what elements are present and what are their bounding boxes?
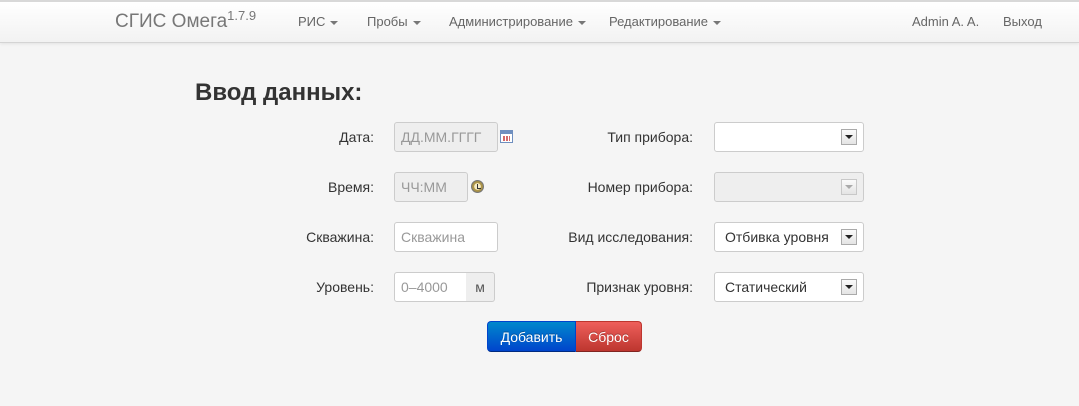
well-label: Скважина: bbox=[306, 229, 374, 245]
level-sign-label: Признак уровня: bbox=[586, 279, 693, 295]
logout-link[interactable]: Выход bbox=[1003, 14, 1042, 29]
caret-down-icon bbox=[330, 20, 339, 25]
user-name[interactable]: Admin A. A. bbox=[912, 14, 979, 29]
device-type-select[interactable] bbox=[714, 122, 864, 152]
dropdown-arrow-icon bbox=[841, 279, 857, 295]
app-version: 1.7.9 bbox=[227, 8, 257, 23]
study-type-select[interactable]: Отбивка уровня bbox=[714, 222, 864, 252]
level-unit-addon: м bbox=[466, 272, 495, 302]
caret-down-icon bbox=[577, 20, 586, 25]
time-label: Время: bbox=[327, 179, 374, 195]
level-sign-value: Статический bbox=[725, 279, 807, 295]
menu-editing[interactable]: Редактирование bbox=[609, 14, 722, 29]
brand-logo[interactable]: СГИС Омега1.7.9 bbox=[115, 8, 257, 33]
date-label: Дата: bbox=[339, 129, 374, 145]
study-type-label: Вид исследования: bbox=[568, 229, 693, 245]
device-type-label: Тип прибора: bbox=[607, 129, 693, 145]
add-button[interactable]: Добавить bbox=[487, 321, 576, 352]
caret-down-icon bbox=[713, 20, 722, 25]
level-label: Уровень: bbox=[316, 279, 374, 295]
device-number-label: Номер прибора: bbox=[587, 179, 693, 195]
date-input[interactable] bbox=[394, 122, 498, 152]
calendar-icon[interactable] bbox=[500, 130, 513, 143]
caret-down-icon bbox=[412, 20, 421, 25]
menu-administration[interactable]: Администрирование bbox=[449, 14, 586, 29]
clock-icon[interactable] bbox=[471, 180, 484, 193]
page-title: Ввод данных: bbox=[195, 79, 363, 106]
brand-name: СГИС Омега bbox=[115, 11, 228, 32]
level-sign-select[interactable]: Статический bbox=[714, 272, 864, 302]
device-number-select bbox=[714, 172, 864, 202]
menu-samples[interactable]: Пробы bbox=[367, 14, 421, 29]
top-navbar: СГИС Омега1.7.9 РИС Пробы Администрирова… bbox=[0, 0, 1079, 43]
level-input[interactable] bbox=[394, 272, 467, 302]
study-type-value: Отбивка уровня bbox=[725, 229, 829, 245]
dropdown-arrow-icon bbox=[841, 129, 857, 145]
time-input[interactable] bbox=[394, 172, 468, 202]
well-input[interactable] bbox=[394, 222, 498, 252]
dropdown-arrow-icon bbox=[841, 179, 857, 195]
dropdown-arrow-icon bbox=[841, 229, 857, 245]
menu-ris[interactable]: РИС bbox=[298, 14, 339, 29]
reset-button[interactable]: Сброс bbox=[576, 321, 642, 352]
